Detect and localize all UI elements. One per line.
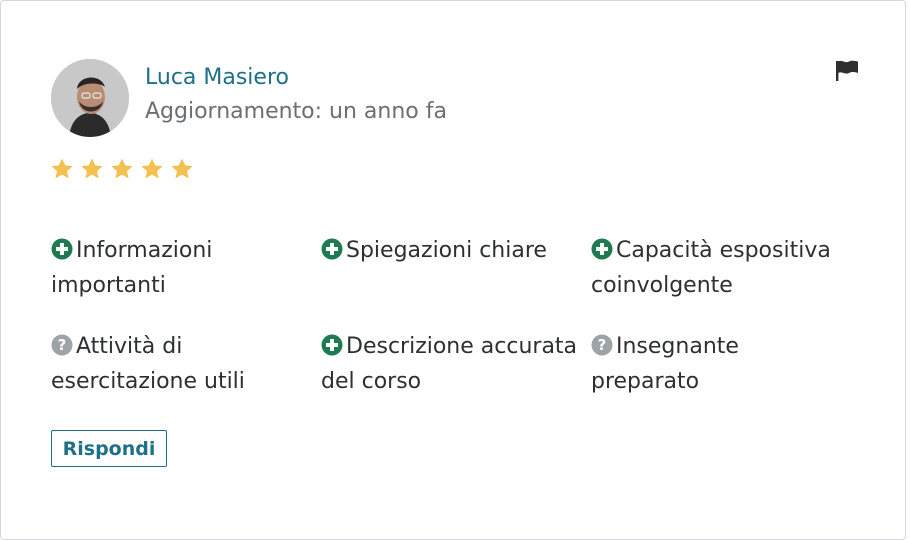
- tag-label: Attività di esercitazione utili: [51, 334, 245, 394]
- plus-circle-icon: [591, 238, 613, 260]
- reviewer-name[interactable]: Luca Masiero: [145, 63, 289, 93]
- flag-icon[interactable]: [833, 57, 861, 85]
- tag-label: Descrizione accurata del corso: [321, 334, 578, 394]
- review-tags: Informazioni importanti Spiegazioni chia…: [51, 233, 851, 399]
- tag-label: Capacità espositiva coinvolgente: [591, 238, 831, 298]
- plus-circle-icon: [51, 238, 73, 260]
- question-circle-icon: ?: [51, 334, 73, 356]
- star-rating: [50, 157, 194, 181]
- svg-text:?: ?: [598, 336, 607, 354]
- star-icon: [81, 158, 103, 179]
- star-icon: [141, 158, 163, 179]
- svg-text:?: ?: [58, 336, 67, 354]
- tag-label: Insegnante preparato: [591, 334, 739, 394]
- avatar-image: [51, 59, 129, 137]
- review-updated-time: Aggiornamento: un anno fa: [145, 99, 447, 124]
- star-icon: [111, 158, 133, 179]
- tag-item: Capacità espositiva coinvolgente: [591, 233, 851, 303]
- star-icon: [171, 158, 193, 179]
- tag-item: Descrizione accurata del corso: [321, 329, 591, 399]
- tag-item: ? Attività di esercitazione utili: [51, 329, 321, 399]
- tag-item: Spiegazioni chiare: [321, 233, 591, 303]
- plus-circle-icon: [321, 238, 343, 260]
- star-icon: [51, 158, 73, 179]
- tag-label: Spiegazioni chiare: [346, 238, 547, 263]
- avatar: [51, 59, 129, 137]
- tag-item: Informazioni importanti: [51, 233, 321, 303]
- plus-circle-icon: [321, 334, 343, 356]
- question-circle-icon: ?: [591, 334, 613, 356]
- tag-label: Informazioni importanti: [51, 238, 213, 298]
- tag-item: ? Insegnante preparato: [591, 329, 851, 399]
- reply-button[interactable]: Rispondi: [51, 430, 167, 467]
- review-card: Luca Masiero Aggiornamento: un anno fa I…: [0, 0, 906, 540]
